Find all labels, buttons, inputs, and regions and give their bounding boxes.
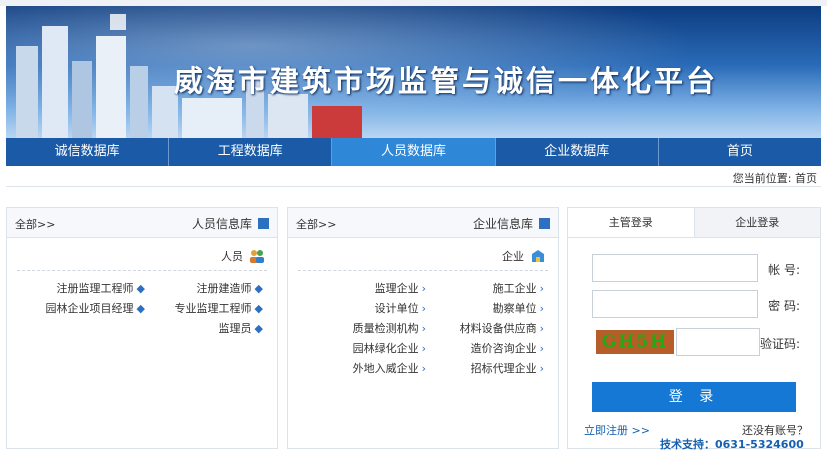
enterprise-link-outside-entrants[interactable]: 外地入威企业 › <box>308 360 426 376</box>
enterprise-link-material-supplier[interactable]: 材料设备供应商 › <box>426 320 544 336</box>
enterprise-link-tender-agency[interactable]: 招标代理企业 › <box>426 360 544 376</box>
bullet-icon: › <box>539 282 544 295</box>
nav-item-credit-db[interactable]: 诚信数据库 <box>6 138 170 166</box>
account-input[interactable] <box>592 254 758 282</box>
enterprise-link-design[interactable]: 设计单位 › <box>308 300 426 316</box>
personnel-more-link[interactable]: 全部>> <box>15 216 55 232</box>
bullet-icon: › <box>539 302 544 315</box>
personnel-empty-cell <box>27 320 145 336</box>
bullet-icon: › <box>539 342 544 355</box>
enterprise-panel-header: 全部>> 企业信息库 <box>288 208 558 238</box>
enterprise-link-survey[interactable]: 勘察单位 › <box>426 300 544 316</box>
enterprise-link-landscaping[interactable]: 园林绿化企业 › <box>308 340 426 356</box>
bullet-icon: ◆ <box>254 302 263 315</box>
personnel-divider <box>17 270 267 271</box>
enterprise-more-link[interactable]: 全部>> <box>296 216 336 232</box>
support-phone: 技术支持：0631-5324600 <box>660 438 804 451</box>
enterprise-link-quality-testing[interactable]: 质量检测机构 › <box>308 320 426 336</box>
enterprise-subhead-label: 企业 <box>502 250 524 263</box>
enterprise-link-construction[interactable]: 施工企业 › <box>426 280 544 296</box>
password-input[interactable] <box>592 290 758 318</box>
register-link[interactable]: 立即注册 >> <box>584 422 650 438</box>
enterprise-link-cost-consulting[interactable]: 造价咨询企业 › <box>426 340 544 356</box>
personnel-link-registered-supervisor[interactable]: 注册监理工程师 ◆ <box>27 280 145 296</box>
personnel-link-supervisor[interactable]: 监理员 ◆ <box>145 320 263 336</box>
tab-admin-login[interactable]: 主管登录 <box>568 208 695 237</box>
captcha-image[interactable]: GH5H <box>596 330 674 354</box>
personnel-panel-header: 全部>> 人员信息库 <box>7 208 277 238</box>
bullet-icon: ◆ <box>136 302 145 315</box>
enterprise-link-supervision[interactable]: 监理企业 › <box>308 280 426 296</box>
personnel-panel-title: 人员信息库 <box>192 215 269 232</box>
panel-square-icon <box>539 218 550 229</box>
personnel-panel-title-text: 人员信息库 <box>191 217 252 231</box>
bullet-icon: › <box>539 322 544 335</box>
bullet-icon: ◆ <box>136 282 145 295</box>
personnel-subhead-label: 人员 <box>221 250 243 263</box>
personnel-link-landscape-pm[interactable]: 园林企业项目经理 ◆ <box>27 300 145 316</box>
building-icon <box>532 250 544 262</box>
login-panel: 主管登录 企业登录 帐 号: 密 码: GH5H 验证码: 登 录 还没有账号？… <box>567 207 821 451</box>
login-tabs: 主管登录 企业登录 <box>568 208 820 238</box>
panel-square-icon <box>258 218 269 229</box>
account-row: 帐 号: <box>588 254 808 282</box>
personnel-panel: 全部>> 人员信息库 人员 注册监理工程师 ◆ 注册建造师 ◆ 园林企业项目经理 ◆ … <box>6 207 278 449</box>
personnel-link-grid: 注册监理工程师 ◆ 注册建造师 ◆ 园林企业项目经理 ◆ 专业监理工程师 ◆ 监理员 ◆ <box>27 280 263 336</box>
nav-item-personnel-db[interactable]: 人员数据库 <box>332 138 496 166</box>
enterprise-divider <box>298 270 548 271</box>
captcha-row: GH5H 验证码: <box>588 328 808 356</box>
enterprise-link-grid: 监理企业 › 施工企业 › 设计单位 › 勘察单位 › 质量检测机构 › 材料设备供应商 ›… <box>308 280 544 376</box>
enterprise-panel: 全部>> 企业信息库 企业 监理企业 › 施工企业 › 设计单位 › 勘察单位 › 质量… <box>287 207 559 449</box>
password-label: 密 码: <box>768 299 800 313</box>
main-nav: 诚信数据库 工程数据库 人员数据库 企业数据库 首页 <box>6 138 821 166</box>
breadcrumb-divider <box>6 186 821 187</box>
personnel-link-registered-constructor[interactable]: 注册建造师 ◆ <box>145 280 263 296</box>
password-row: 密 码: <box>588 290 808 318</box>
bullet-icon: ◆ <box>254 282 263 295</box>
nav-item-home[interactable]: 首页 <box>659 138 821 166</box>
personnel-link-specialty-supervisor[interactable]: 专业监理工程师 ◆ <box>145 300 263 316</box>
bullet-icon: › <box>539 362 544 375</box>
bullet-icon: ◆ <box>254 322 263 335</box>
platform-title: 威海市建筑市场监管与诚信一体化平台 <box>174 64 719 98</box>
nav-item-project-db[interactable]: 工程数据库 <box>169 138 333 166</box>
enterprise-panel-title: 企业信息库 <box>473 215 550 232</box>
tab-enterprise-login[interactable]: 企业登录 <box>694 208 820 237</box>
login-button[interactable]: 登 录 <box>592 382 796 412</box>
captcha-label: 验证码: <box>759 337 800 351</box>
breadcrumb: 您当前位置: 首页 <box>732 172 817 185</box>
nav-item-enterprise-db[interactable]: 企业数据库 <box>496 138 659 166</box>
header-banner: 威海市建筑市场监管与诚信一体化平台 <box>6 6 821 138</box>
account-label: 帐 号: <box>768 263 800 277</box>
captcha-input[interactable] <box>676 328 760 356</box>
people-icon <box>250 250 264 263</box>
enterprise-panel-title-text: 企业信息库 <box>472 217 533 231</box>
personnel-subhead: 人员 <box>221 248 265 264</box>
enterprise-subhead: 企业 <box>502 248 546 264</box>
